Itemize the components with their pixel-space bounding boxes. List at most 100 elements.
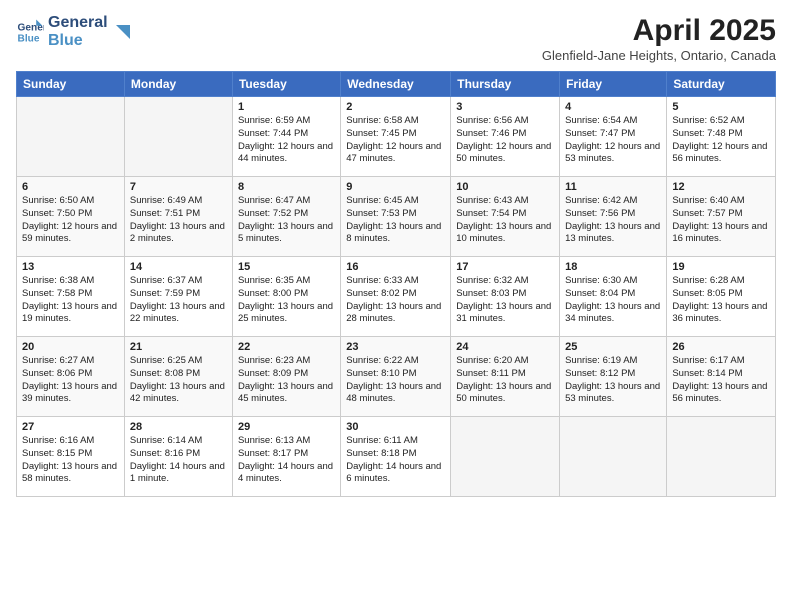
calendar-cell: 14Sunrise: 6:37 AMSunset: 7:59 PMDayligh… bbox=[124, 257, 232, 337]
day-number: 4 bbox=[565, 101, 661, 113]
logo-icon: General Blue bbox=[16, 18, 44, 46]
calendar-cell bbox=[124, 97, 232, 177]
day-number: 6 bbox=[22, 181, 119, 193]
day-number: 3 bbox=[456, 101, 554, 113]
calendar-cell bbox=[560, 417, 667, 497]
calendar-cell: 10 Sunrise: 6:43 AMSunset: 7:54 PMDayligh… bbox=[451, 177, 560, 257]
day-number: 18 bbox=[565, 261, 661, 273]
day-number: 9 bbox=[346, 181, 445, 193]
calendar-cell: 2 Sunrise: 6:58 AMSunset: 7:45 PMDaylight… bbox=[341, 97, 451, 177]
calendar-cell bbox=[667, 417, 776, 497]
day-info: Sunrise: 6:56 AMSunset: 7:46 PMDaylight:… bbox=[456, 115, 554, 166]
day-number: 10 bbox=[456, 181, 554, 193]
day-info: Sunrise: 6:11 AMSunset: 8:18 PMDaylight:… bbox=[346, 435, 445, 486]
column-header-friday: Friday bbox=[560, 72, 667, 97]
header: General Blue General Blue General Blue A… bbox=[16, 14, 776, 63]
calendar-cell: 23 Sunrise: 6:22 AMSunset: 8:10 PMDayligh… bbox=[341, 337, 451, 417]
day-number: 5 bbox=[672, 101, 770, 113]
column-header-thursday: Thursday bbox=[451, 72, 560, 97]
day-number: 1 bbox=[238, 101, 335, 113]
logo: General Blue General Blue General Blue bbox=[16, 14, 132, 49]
day-info: Sunrise: 6:14 AMSunset: 8:16 PMDaylight:… bbox=[130, 435, 227, 486]
calendar-cell: 7 Sunrise: 6:49 AMSunset: 7:51 PMDaylight… bbox=[124, 177, 232, 257]
day-number: 21 bbox=[130, 341, 227, 353]
calendar: SundayMondayTuesdayWednesdayThursdayFrid… bbox=[16, 71, 776, 497]
day-number: 23 bbox=[346, 341, 445, 353]
day-info: Sunrise: 6:49 AMSunset: 7:51 PMDaylight:… bbox=[130, 195, 227, 246]
day-info: Sunrise: 6:43 AMSunset: 7:54 PMDaylight:… bbox=[456, 195, 554, 246]
calendar-header-row: SundayMondayTuesdayWednesdayThursdayFrid… bbox=[17, 72, 776, 97]
calendar-week-4: 20Sunrise: 6:27 AMSunset: 8:06 PMDayligh… bbox=[17, 337, 776, 417]
day-number: 7 bbox=[130, 181, 227, 193]
day-info: Sunrise: 6:22 AMSunset: 8:10 PMDaylight:… bbox=[346, 355, 445, 406]
day-number: 8 bbox=[238, 181, 335, 193]
day-info: Sunrise: 6:33 AMSunset: 8:02 PMDaylight:… bbox=[346, 275, 445, 326]
day-number: 29 bbox=[238, 421, 335, 433]
calendar-cell: 13 Sunrise: 6:38 AMSunset: 7:58 PMDayligh… bbox=[17, 257, 125, 337]
day-info: Sunrise: 6:42 AMSunset: 7:56 PMDaylight:… bbox=[565, 195, 661, 246]
day-number: 15 bbox=[238, 261, 335, 273]
calendar-cell: 21Sunrise: 6:25 AMSunset: 8:08 PMDayligh… bbox=[124, 337, 232, 417]
calendar-week-3: 13 Sunrise: 6:38 AMSunset: 7:58 PMDayligh… bbox=[17, 257, 776, 337]
calendar-cell: 24 Sunrise: 6:20 AMSunset: 8:11 PMDayligh… bbox=[451, 337, 560, 417]
calendar-cell: 22 Sunrise: 6:23 AMSunset: 8:09 PMDayligh… bbox=[232, 337, 340, 417]
day-number: 13 bbox=[22, 261, 119, 273]
calendar-cell: 5 Sunrise: 6:52 AMSunset: 7:48 PMDaylight… bbox=[667, 97, 776, 177]
title-block: April 2025 Glenfield-Jane Heights, Ontar… bbox=[542, 14, 776, 63]
calendar-cell: 6 Sunrise: 6:50 AMSunset: 7:50 PMDaylight… bbox=[17, 177, 125, 257]
calendar-cell: 9 Sunrise: 6:45 AMSunset: 7:53 PMDaylight… bbox=[341, 177, 451, 257]
calendar-cell: 29Sunrise: 6:13 AMSunset: 8:17 PMDayligh… bbox=[232, 417, 340, 497]
svg-text:Blue: Blue bbox=[18, 33, 40, 44]
day-info: Sunrise: 6:58 AMSunset: 7:45 PMDaylight:… bbox=[346, 115, 445, 166]
location: Glenfield-Jane Heights, Ontario, Canada bbox=[542, 48, 776, 63]
day-number: 25 bbox=[565, 341, 661, 353]
day-info: Sunrise: 6:20 AMSunset: 8:11 PMDaylight:… bbox=[456, 355, 554, 406]
calendar-cell: 4 Sunrise: 6:54 AMSunset: 7:47 PMDaylight… bbox=[560, 97, 667, 177]
calendar-cell: 25Sunrise: 6:19 AMSunset: 8:12 PMDayligh… bbox=[560, 337, 667, 417]
day-number: 24 bbox=[456, 341, 554, 353]
month-title: April 2025 bbox=[542, 14, 776, 48]
day-info: Sunrise: 6:35 AMSunset: 8:00 PMDaylight:… bbox=[238, 275, 335, 326]
calendar-cell: 30 Sunrise: 6:11 AMSunset: 8:18 PMDayligh… bbox=[341, 417, 451, 497]
logo-triangle-icon bbox=[110, 19, 132, 41]
day-number: 19 bbox=[672, 261, 770, 273]
day-number: 11 bbox=[565, 181, 661, 193]
day-number: 30 bbox=[346, 421, 445, 433]
day-number: 26 bbox=[672, 341, 770, 353]
calendar-week-5: 27 Sunrise: 6:16 AMSunset: 8:15 PMDayligh… bbox=[17, 417, 776, 497]
day-number: 12 bbox=[672, 181, 770, 193]
day-info: Sunrise: 6:23 AMSunset: 8:09 PMDaylight:… bbox=[238, 355, 335, 406]
day-number: 22 bbox=[238, 341, 335, 353]
calendar-cell bbox=[451, 417, 560, 497]
calendar-cell bbox=[17, 97, 125, 177]
day-info: Sunrise: 6:38 AMSunset: 7:58 PMDaylight:… bbox=[22, 275, 119, 326]
calendar-cell: 15 Sunrise: 6:35 AMSunset: 8:00 PMDayligh… bbox=[232, 257, 340, 337]
calendar-cell: 12 Sunrise: 6:40 AMSunset: 7:57 PMDayligh… bbox=[667, 177, 776, 257]
day-info: Sunrise: 6:47 AMSunset: 7:52 PMDaylight:… bbox=[238, 195, 335, 246]
day-info: Sunrise: 6:27 AMSunset: 8:06 PMDaylight:… bbox=[22, 355, 119, 406]
day-info: Sunrise: 6:45 AMSunset: 7:53 PMDaylight:… bbox=[346, 195, 445, 246]
day-info: Sunrise: 6:17 AMSunset: 8:14 PMDaylight:… bbox=[672, 355, 770, 406]
day-number: 17 bbox=[456, 261, 554, 273]
calendar-week-1: 1Sunrise: 6:59 AMSunset: 7:44 PMDaylight… bbox=[17, 97, 776, 177]
calendar-cell: 11 Sunrise: 6:42 AMSunset: 7:56 PMDayligh… bbox=[560, 177, 667, 257]
day-info: Sunrise: 6:40 AMSunset: 7:57 PMDaylight:… bbox=[672, 195, 770, 246]
day-number: 2 bbox=[346, 101, 445, 113]
column-header-monday: Monday bbox=[124, 72, 232, 97]
day-info: Sunrise: 6:52 AMSunset: 7:48 PMDaylight:… bbox=[672, 115, 770, 166]
day-number: 28 bbox=[130, 421, 227, 433]
calendar-cell: 19Sunrise: 6:28 AMSunset: 8:05 PMDayligh… bbox=[667, 257, 776, 337]
day-number: 27 bbox=[22, 421, 119, 433]
calendar-cell: 3 Sunrise: 6:56 AMSunset: 7:46 PMDaylight… bbox=[451, 97, 560, 177]
column-header-sunday: Sunday bbox=[17, 72, 125, 97]
day-info: Sunrise: 6:32 AMSunset: 8:03 PMDaylight:… bbox=[456, 275, 554, 326]
day-info: Sunrise: 6:54 AMSunset: 7:47 PMDaylight:… bbox=[565, 115, 661, 166]
day-info: Sunrise: 6:50 AMSunset: 7:50 PMDaylight:… bbox=[22, 195, 119, 246]
logo-general: General bbox=[48, 14, 108, 32]
day-info: Sunrise: 6:37 AMSunset: 7:59 PMDaylight:… bbox=[130, 275, 227, 326]
logo-blue: Blue bbox=[48, 32, 108, 50]
calendar-cell: 17 Sunrise: 6:32 AMSunset: 8:03 PMDayligh… bbox=[451, 257, 560, 337]
page: General Blue General Blue General Blue A… bbox=[0, 0, 792, 612]
calendar-cell: 27 Sunrise: 6:16 AMSunset: 8:15 PMDayligh… bbox=[17, 417, 125, 497]
day-info: Sunrise: 6:16 AMSunset: 8:15 PMDaylight:… bbox=[22, 435, 119, 486]
